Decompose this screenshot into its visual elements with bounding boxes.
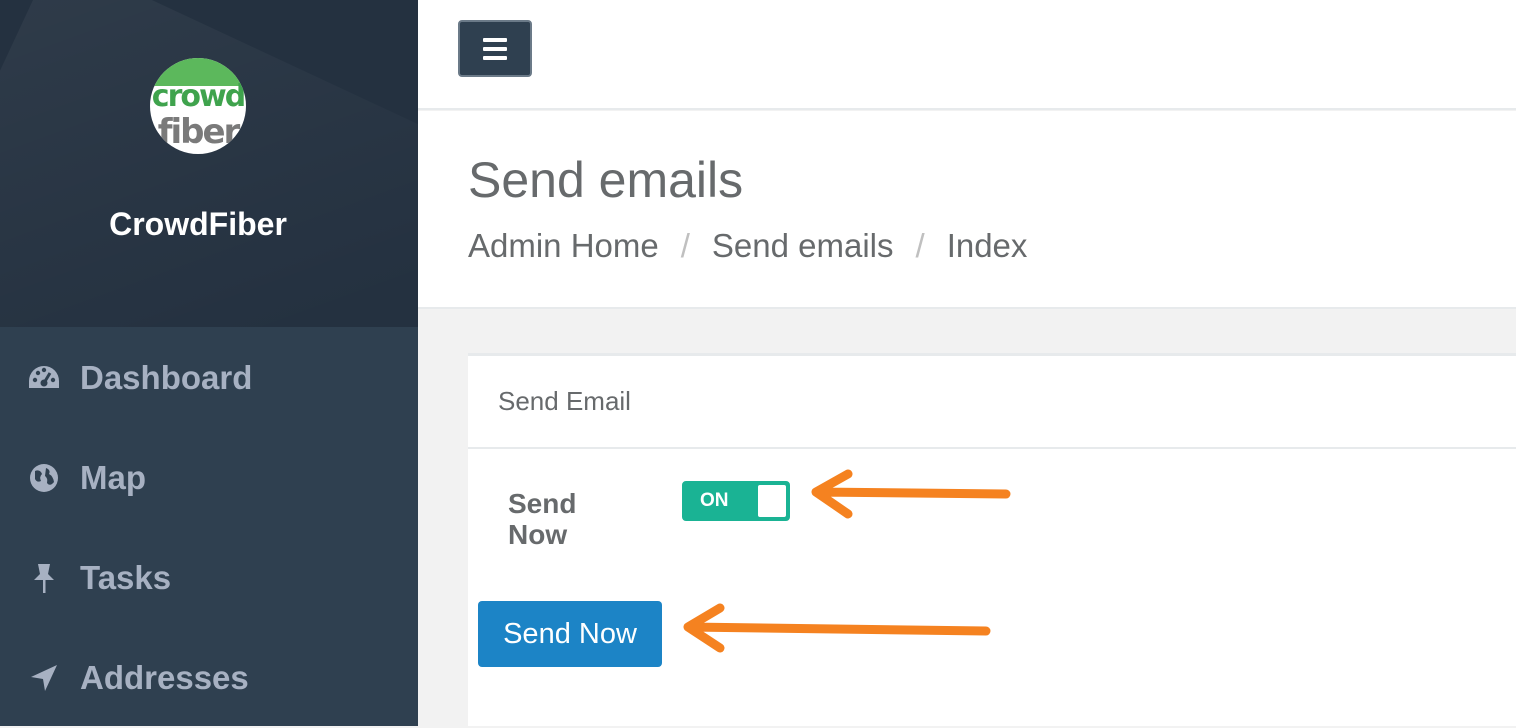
sidebar-item-label: Dashboard bbox=[80, 359, 253, 396]
breadcrumb: Admin Home / Send emails / Index bbox=[468, 227, 1027, 265]
hamburger-menu-button[interactable] bbox=[458, 20, 532, 77]
toggle-state-label: ON bbox=[700, 490, 729, 511]
send-now-button[interactable]: Send Now bbox=[478, 601, 662, 667]
hamburger-icon bbox=[483, 46, 507, 51]
breadcrumb-separator: / bbox=[915, 227, 925, 264]
location-arrow-icon bbox=[26, 660, 62, 696]
brand-name[interactable]: CrowdFiber bbox=[0, 206, 396, 243]
breadcrumb-admin-home[interactable]: Admin Home bbox=[468, 227, 659, 265]
page-title: Send emails bbox=[468, 152, 744, 208]
top-navbar bbox=[418, 0, 1516, 110]
breadcrumb-index: Index bbox=[946, 227, 1028, 264]
sidebar-item-dashboard[interactable]: Dashboard bbox=[0, 328, 418, 428]
toggle-pointer-arrow bbox=[811, 469, 1011, 519]
pushpin-icon bbox=[26, 560, 62, 596]
breadcrumb-send-emails[interactable]: Send emails bbox=[712, 227, 894, 265]
hamburger-icon bbox=[483, 55, 507, 60]
sidebar-item-map[interactable]: Map bbox=[0, 428, 418, 528]
sidebar-item-label: Tasks bbox=[80, 559, 172, 596]
hamburger-icon bbox=[483, 37, 507, 42]
panel-title: Send Email bbox=[468, 356, 1516, 449]
breadcrumb-separator: / bbox=[680, 227, 690, 264]
toggle-knob bbox=[758, 485, 786, 517]
send-now-label: Send Now bbox=[508, 488, 577, 550]
sidebar-item-label: Addresses bbox=[80, 659, 249, 696]
send-now-toggle[interactable]: ON bbox=[682, 481, 790, 521]
company-logo[interactable]: crowd fiber bbox=[150, 58, 246, 154]
dashboard-icon bbox=[26, 360, 62, 396]
sidebar-item-label: Map bbox=[80, 459, 146, 496]
logo-word-top: crowd bbox=[151, 79, 246, 114]
sidebar-item-tasks[interactable]: Tasks bbox=[0, 528, 418, 628]
logo-word-bottom: fiber bbox=[157, 112, 241, 152]
sidebar-item-addresses[interactable]: Addresses bbox=[0, 628, 418, 728]
send-email-panel: Send Email Send Now ON Send Now bbox=[468, 353, 1516, 726]
button-pointer-arrow bbox=[683, 603, 991, 653]
sidebar: crowd fiber CrowdFiber Dashboard Map Tas… bbox=[0, 0, 418, 726]
profile-header: crowd fiber CrowdFiber bbox=[0, 0, 418, 327]
page-heading: Send emails Admin Home / Send emails / I… bbox=[418, 111, 1516, 309]
globe-icon bbox=[26, 460, 62, 496]
